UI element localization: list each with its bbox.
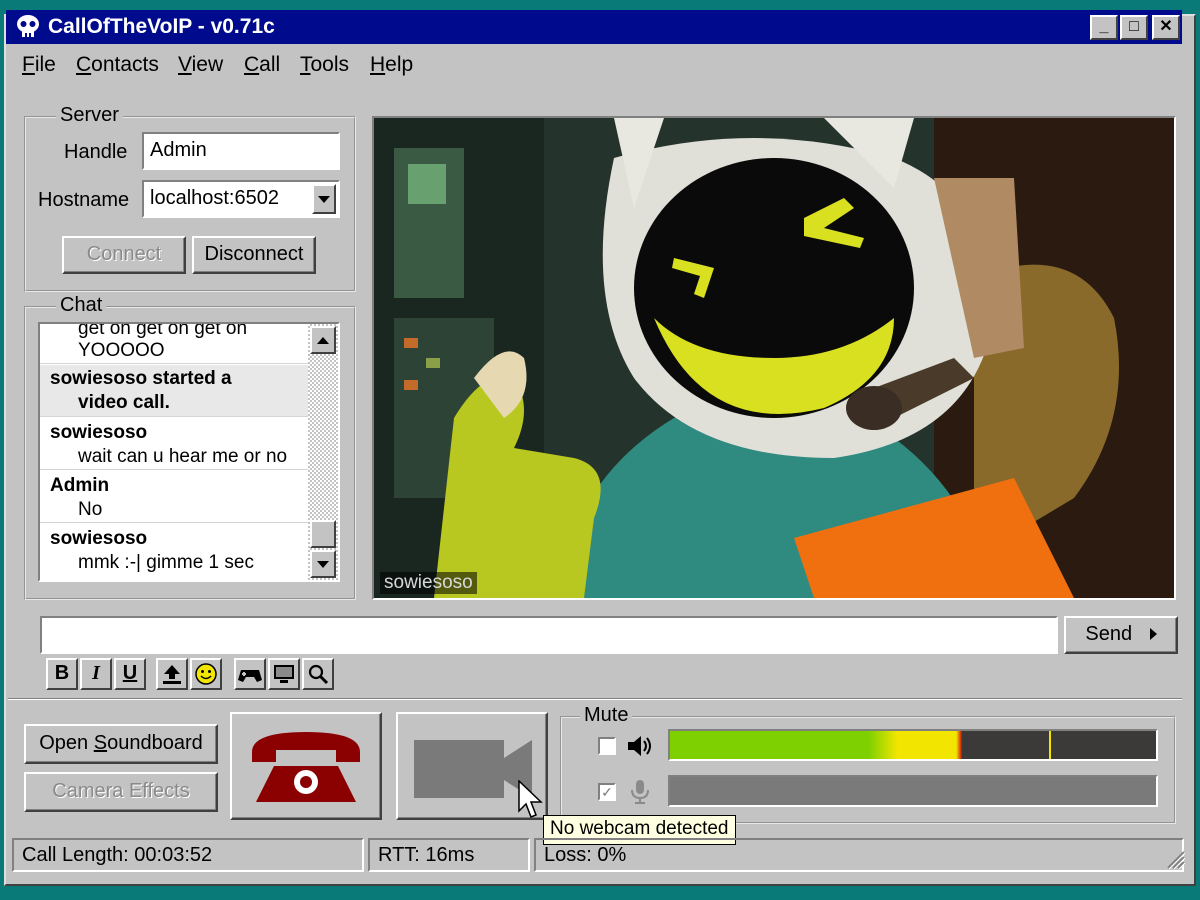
- italic-button[interactable]: I: [80, 658, 112, 690]
- close-button[interactable]: ✕: [1152, 15, 1180, 40]
- send-button[interactable]: Send: [1064, 616, 1178, 654]
- list-item: Admin No: [40, 471, 308, 523]
- menu-help[interactable]: Help: [370, 53, 413, 77]
- phone-hangup-icon: [252, 732, 360, 802]
- chat-message-sender: sowiesoso started a: [50, 368, 232, 389]
- remote-user-caption: sowiesoso: [380, 572, 477, 594]
- hangup-button[interactable]: [230, 712, 382, 820]
- chat-message-sender: Admin: [50, 475, 110, 496]
- output-level-meter: [668, 729, 1158, 761]
- scroll-down-button[interactable]: [310, 550, 336, 578]
- menu-view[interactable]: View: [178, 53, 223, 77]
- list-item: sowiesoso wait can u hear me or no: [40, 418, 308, 470]
- chat-legend: Chat: [56, 294, 107, 317]
- handle-label: Handle: [64, 141, 128, 163]
- window-title: CallOfTheVoIP - v0.71c: [48, 15, 275, 38]
- chat-message-text: wait can u hear me or no: [78, 446, 288, 467]
- gamepad-icon: [238, 670, 262, 682]
- send-label: Send: [1085, 623, 1133, 645]
- skull-icon: [17, 15, 39, 37]
- chevron-up-icon: [317, 337, 329, 344]
- remote-video-frame: [374, 118, 1174, 598]
- game-button[interactable]: [234, 658, 266, 690]
- search-button[interactable]: [302, 658, 334, 690]
- menu-contacts[interactable]: Contacts: [76, 53, 159, 77]
- minimize-button[interactable]: _: [1090, 15, 1118, 40]
- mute-legend: Mute: [580, 704, 633, 727]
- maximize-button[interactable]: □: [1120, 15, 1148, 40]
- output-level-fill: [670, 731, 962, 759]
- video-camera-icon: [414, 740, 532, 798]
- menu-tools[interactable]: Tools: [300, 53, 349, 77]
- menu-file[interactable]: File: [22, 53, 56, 77]
- connect-button[interactable]: Connect: [62, 236, 186, 274]
- rtt-status: RTT: 16ms: [368, 838, 530, 872]
- emoji-button[interactable]: [190, 658, 222, 690]
- list-item: sowiesoso mmk :-| gimme 1 sec: [40, 524, 308, 580]
- chat-message-sender: sowiesoso: [50, 528, 148, 549]
- microphone-icon: [631, 780, 649, 804]
- call-length-status: Call Length: 00:03:52: [12, 838, 364, 872]
- chat-scrollbar[interactable]: [308, 324, 338, 580]
- smiley-icon: [195, 663, 217, 685]
- upload-button[interactable]: [156, 658, 188, 690]
- handle-input[interactable]: Admin: [142, 132, 340, 170]
- speaker-icon: [628, 736, 651, 756]
- list-item: get on get on get on YOOOOO: [40, 322, 308, 364]
- screen-share-button[interactable]: [268, 658, 300, 690]
- dropdown-arrow-icon[interactable]: [312, 184, 336, 214]
- section-divider: [8, 698, 1182, 700]
- menu-bar: File Contacts View Call Tools Help: [6, 48, 1182, 82]
- speaker-mute-checkbox[interactable]: [598, 737, 616, 755]
- upload-icon: [163, 665, 181, 684]
- monitor-icon: [274, 665, 294, 683]
- chat-message-text: mmk :-| gimme 1 sec: [78, 552, 254, 573]
- scroll-thumb[interactable]: [310, 520, 336, 548]
- chat-message-text: video call.: [78, 392, 170, 413]
- mic-mute-checkbox[interactable]: ✓: [598, 783, 616, 801]
- chat-message-text: get on get on get on: [78, 322, 248, 339]
- server-legend: Server: [56, 104, 123, 127]
- mouse-cursor-icon: [518, 780, 543, 818]
- loss-status: Loss: 0%: [534, 838, 1184, 872]
- remote-video-view: sowiesoso: [372, 116, 1176, 600]
- list-item: sowiesoso started a video call.: [40, 365, 308, 417]
- chat-message-text: YOOOOO: [78, 340, 165, 361]
- message-input[interactable]: [40, 616, 1058, 654]
- underline-button[interactable]: U: [114, 658, 146, 690]
- magnifier-icon: [308, 664, 329, 685]
- chat-message-sender: sowiesoso: [50, 422, 148, 443]
- hostname-label: Hostname: [38, 189, 130, 211]
- scroll-up-button[interactable]: [310, 326, 336, 354]
- chat-message-list[interactable]: get on get on get on YOOOOO sowiesoso st…: [38, 322, 340, 582]
- hostname-select[interactable]: localhost:6502: [142, 180, 340, 218]
- chevron-down-icon: [317, 561, 329, 568]
- open-soundboard-button[interactable]: Open Soundboard: [24, 724, 218, 764]
- title-bar[interactable]: CallOfTheVoIP - v0.71c _ □ ✕: [6, 10, 1182, 44]
- chat-message-text: No: [78, 499, 103, 520]
- resize-grip-icon[interactable]: [1164, 848, 1186, 870]
- input-level-meter: [668, 775, 1158, 807]
- output-peak-marker: [1049, 731, 1052, 759]
- caret-right-icon: [1149, 628, 1157, 640]
- camera-effects-button[interactable]: Camera Effects: [24, 772, 218, 812]
- menu-call[interactable]: Call: [244, 53, 280, 77]
- bold-button[interactable]: B: [46, 658, 78, 690]
- disconnect-button[interactable]: Disconnect: [192, 236, 316, 274]
- hostname-value: localhost:6502: [150, 187, 279, 209]
